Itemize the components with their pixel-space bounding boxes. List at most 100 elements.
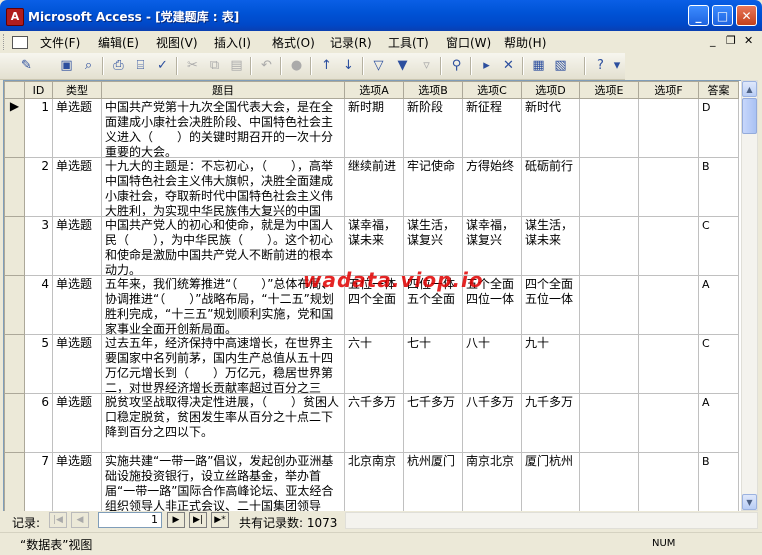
option-c-cell[interactable]: 八十 (462, 334, 522, 394)
option-a-cell[interactable]: 北京南京 (344, 452, 404, 512)
type-cell[interactable]: 单选题 (52, 393, 102, 453)
file-search-icon[interactable]: ⌕ (80, 57, 97, 74)
table-row[interactable]: 3 单选题 中国共产党人的初心和使命，就是为中国人民（ ），为中华民族（ ）。这… (4, 216, 739, 276)
question-cell[interactable]: 中国共产党第十九次全国代表大会，是在全面建成小康社会决胜阶段、中国特色社会主义进… (101, 98, 345, 158)
sort-descending-icon[interactable]: ↓ (340, 57, 357, 74)
spelling-icon[interactable]: ✓ (154, 57, 171, 74)
option-e-cell[interactable] (579, 98, 639, 158)
option-b-cell[interactable]: 牢记使命 (403, 157, 463, 217)
question-cell[interactable]: 中国共产党人的初心和使命，就是为中国人民（ ），为中华民族（ ）。这个初心和使命… (101, 216, 345, 276)
option-d-cell[interactable]: 四个全面 五位一体 (521, 275, 580, 335)
undo-icon[interactable]: ↶ (258, 57, 275, 74)
option-a-cell[interactable]: 谋幸福，谋未来 (344, 216, 404, 276)
table-window-icon[interactable] (12, 36, 28, 49)
option-b-cell[interactable]: 新阶段 (403, 98, 463, 158)
type-cell[interactable]: 单选题 (52, 157, 102, 217)
type-cell[interactable]: 单选题 (52, 275, 102, 335)
option-c-cell[interactable]: 八千多万 (462, 393, 522, 453)
menu-file[interactable]: 文件(F) (40, 34, 80, 51)
option-e-cell[interactable] (579, 216, 639, 276)
new-record-nav-icon[interactable]: ▶* (211, 512, 229, 528)
option-c-cell[interactable]: 南京北京 (462, 452, 522, 512)
select-all-corner[interactable] (4, 81, 25, 99)
menu-records[interactable]: 记录(R) (330, 34, 372, 51)
option-e-cell[interactable] (579, 275, 639, 335)
sort-ascending-icon[interactable]: ↑ (318, 57, 335, 74)
option-b-cell[interactable]: 杭州厦门 (403, 452, 463, 512)
option-e-cell[interactable] (579, 334, 639, 394)
question-cell[interactable]: 实施共建“一带一路”倡议，发起创办亚洲基础设施投资银行，设立丝路基金，举办首届“… (101, 452, 345, 512)
option-f-cell[interactable] (638, 216, 699, 276)
menu-tools[interactable]: 工具(T) (388, 34, 429, 51)
column-header[interactable]: 选项B (403, 81, 463, 99)
option-c-cell[interactable]: 新征程 (462, 98, 522, 158)
print-preview-icon[interactable]: ⌸ (132, 57, 149, 74)
column-header[interactable]: 选项A (344, 81, 404, 99)
type-cell[interactable]: 单选题 (52, 452, 102, 512)
apply-filter-icon[interactable]: ▿ (418, 57, 435, 74)
question-cell[interactable]: 过去五年，经济保持中高速增长，在世界主要国家中名列前茅，国内生产总值从五十四万亿… (101, 334, 345, 394)
id-cell[interactable]: 2 (24, 157, 53, 217)
menu-grip[interactable] (3, 34, 7, 50)
menu-edit[interactable]: 编辑(E) (98, 34, 139, 51)
option-f-cell[interactable] (638, 393, 699, 453)
menu-view[interactable]: 视图(V) (156, 34, 198, 51)
option-b-cell[interactable]: 七十 (403, 334, 463, 394)
answer-cell[interactable]: A (698, 275, 739, 335)
option-c-cell[interactable]: 谋幸福，谋复兴 (462, 216, 522, 276)
column-header[interactable]: ID (24, 81, 53, 99)
menu-window[interactable]: 窗口(W) (446, 34, 491, 51)
database-window-icon[interactable]: ▦ (530, 57, 547, 74)
column-header[interactable]: 类型 (52, 81, 102, 99)
option-b-cell[interactable]: 谋生活，谋复兴 (403, 216, 463, 276)
mdi-close-button[interactable]: ✕ (744, 34, 753, 47)
scroll-up-arrow-icon[interactable]: ▲ (742, 81, 757, 97)
type-cell[interactable]: 单选题 (52, 334, 102, 394)
horizontal-scrollbar[interactable] (345, 512, 758, 529)
answer-cell[interactable]: C (698, 216, 739, 276)
record-selector[interactable] (4, 452, 25, 512)
first-record-icon[interactable]: |◀ (49, 512, 67, 528)
help-icon[interactable]: ? (592, 57, 609, 74)
insert-hyperlink-icon[interactable]: ● (288, 57, 305, 74)
id-cell[interactable]: 7 (24, 452, 53, 512)
column-header[interactable]: 选项C (462, 81, 522, 99)
option-d-cell[interactable]: 厦门杭州 (521, 452, 580, 512)
paste-icon[interactable]: ▤ (228, 57, 245, 74)
next-record-icon[interactable]: ▶ (167, 512, 185, 528)
option-d-cell[interactable]: 谋生活，谋未来 (521, 216, 580, 276)
option-a-cell[interactable]: 六十 (344, 334, 404, 394)
option-a-cell[interactable]: 六千多万 (344, 393, 404, 453)
copy-icon[interactable]: ⧉ (206, 57, 223, 74)
option-c-cell[interactable]: 方得始终 (462, 157, 522, 217)
save-icon[interactable]: ▣ (58, 57, 75, 74)
table-row[interactable]: 5 单选题 过去五年，经济保持中高速增长，在世界主要国家中名列前茅，国内生产总值… (4, 334, 739, 394)
id-cell[interactable]: 4 (24, 275, 53, 335)
answer-cell[interactable]: C (698, 334, 739, 394)
option-a-cell[interactable]: 继续前进 (344, 157, 404, 217)
answer-cell[interactable]: D (698, 98, 739, 158)
delete-record-icon[interactable]: ✕ (500, 57, 517, 74)
print-icon[interactable]: ⎙ (110, 57, 127, 74)
option-d-cell[interactable]: 新时代 (521, 98, 580, 158)
scroll-down-arrow-icon[interactable]: ▼ (742, 494, 757, 510)
vertical-scrollbar[interactable]: ▲ ▼ (741, 80, 758, 511)
minimize-button[interactable]: _ (688, 5, 709, 26)
option-d-cell[interactable]: 砥砺前行 (521, 157, 580, 217)
mdi-restore-button[interactable]: ❐ (726, 34, 736, 47)
mdi-minimize-button[interactable]: _ (710, 34, 716, 47)
option-d-cell[interactable]: 九千多万 (521, 393, 580, 453)
design-view-icon[interactable]: ✎ (18, 57, 35, 74)
record-selector[interactable] (4, 216, 25, 276)
id-cell[interactable]: 6 (24, 393, 53, 453)
cut-icon[interactable]: ✂ (184, 57, 201, 74)
answer-cell[interactable]: B (698, 157, 739, 217)
record-selector[interactable] (4, 275, 25, 335)
record-selector[interactable] (4, 157, 25, 217)
table-row[interactable]: ▶ 1 单选题 中国共产党第十九次全国代表大会，是在全面建成小康社会决胜阶段、中… (4, 98, 739, 158)
type-cell[interactable]: 单选题 (52, 98, 102, 158)
filter-by-form-icon[interactable]: ▼ (394, 57, 411, 74)
table-row[interactable]: 6 单选题 脱贫攻坚战取得决定性进展，（ ）贫困人口稳定脱贫，贫困发生率从百分之… (4, 393, 739, 453)
column-header[interactable]: 题目 (101, 81, 345, 99)
option-f-cell[interactable] (638, 157, 699, 217)
